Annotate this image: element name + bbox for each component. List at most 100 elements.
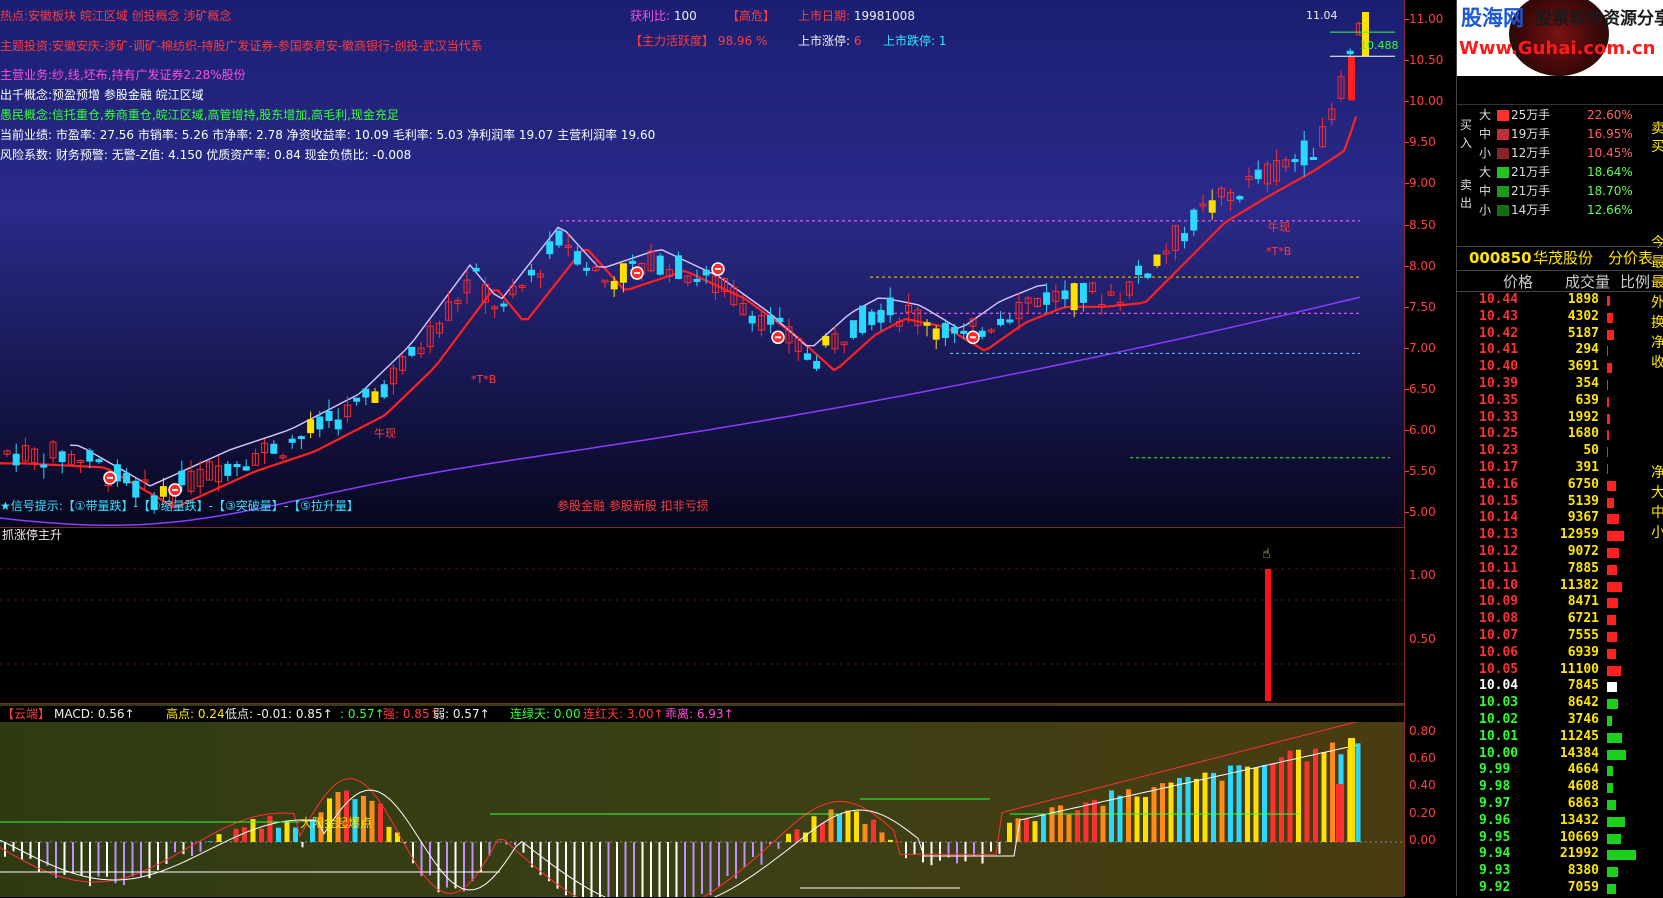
price-row[interactable]: 9.9613432 [1457, 813, 1663, 831]
price-row[interactable]: 10.023746 [1457, 712, 1663, 730]
price-row[interactable]: 10.331992 [1457, 410, 1663, 428]
row-price: 10.35 [1479, 393, 1518, 408]
macd-histogram-bar [47, 842, 49, 866]
price-row[interactable]: 10.434302 [1457, 309, 1663, 327]
price-row[interactable]: 10.047845 [1457, 678, 1663, 696]
macd-histogram-bar [472, 842, 474, 881]
candle-body [1182, 234, 1188, 241]
price-row[interactable]: 10.0111245 [1457, 729, 1663, 747]
row-volume: 9072 [1537, 544, 1599, 559]
limit-up-indicator-canvas[interactable]: ☝ [0, 528, 1404, 703]
macd-histogram-bar [115, 842, 117, 883]
candle-body [703, 270, 709, 275]
row-price: 10.11 [1479, 561, 1518, 576]
macd-histogram-bar [540, 842, 542, 875]
candle-body [372, 392, 378, 403]
row-ratio-bar [1607, 363, 1612, 373]
macd-histogram-bar [89, 842, 91, 886]
macd-canvas[interactable] [0, 704, 1404, 897]
price-row[interactable]: 10.17391 [1457, 460, 1663, 478]
price-row[interactable]: 9.984608 [1457, 779, 1663, 797]
price-row[interactable]: 10.251680 [1457, 426, 1663, 444]
price-row[interactable]: 10.0014384 [1457, 746, 1663, 764]
price-row[interactable]: 10.077555 [1457, 628, 1663, 646]
sub-indicator-title: 抓涨停主升 [2, 528, 62, 542]
price-row[interactable]: 10.403691 [1457, 359, 1663, 377]
price-row[interactable]: 10.1312959 [1457, 527, 1663, 545]
price-row[interactable]: 10.10 11382 [1457, 578, 1663, 596]
price-row[interactable]: 9.9421992 [1457, 846, 1663, 864]
row-price: 10.07 [1479, 628, 1518, 643]
order-percent: 10.45% [1587, 146, 1633, 160]
price-row[interactable]: 10.117885 [1457, 561, 1663, 579]
buy-side-label: 买入 [1460, 116, 1472, 152]
price-row[interactable]: 9.994664 [1457, 762, 1663, 780]
order-flow-row: 小12万手10.45% [1457, 146, 1663, 164]
signal-marker-icon [712, 263, 724, 275]
ma-mid-line [70, 227, 1046, 486]
price-row[interactable]: 10.155139 [1457, 494, 1663, 512]
annotation-bull-2: 牛现 [1268, 221, 1290, 235]
macd-histogram-bar [1126, 789, 1131, 842]
macd-tick: 0.40 [1409, 778, 1436, 792]
candle-body [998, 319, 1004, 324]
row-ratio-bar [1607, 481, 1616, 491]
price-row[interactable]: 10.066939 [1457, 645, 1663, 663]
macd-histogram-bar [557, 842, 559, 889]
price-row[interactable]: 10.0511100 [1457, 662, 1663, 680]
price-tick: 9.00 [1409, 176, 1436, 190]
macd-panel[interactable]: 【云端】MACD: 0.56↑高点: 0.24低点: -0.01: 0.85↑:… [0, 703, 1404, 897]
limit-down-count: 上市跌停: 1 [883, 34, 947, 48]
macd-histogram-bar [157, 842, 159, 870]
price-tick-mark [1405, 266, 1409, 267]
macd-histogram-bar [718, 842, 720, 887]
price-row[interactable]: 10.166750 [1457, 477, 1663, 495]
macd-histogram-bar [1024, 819, 1029, 842]
macd-histogram-bar [268, 816, 273, 842]
candle-body [179, 471, 185, 485]
price-row[interactable]: 10.39354 [1457, 376, 1663, 394]
signal-marker-icon [631, 267, 643, 279]
info-line: 风险系数: 财务预警: 无警-Z值: 4.150 优质资产率: 0.84 现金负… [0, 148, 411, 162]
price-row[interactable]: 9.9510669 [1457, 830, 1663, 848]
price-volume-table[interactable]: 10.44189810.43430210.42518710.4129410.40… [1457, 292, 1663, 896]
candle-body [1080, 284, 1086, 303]
price-row[interactable]: 10.149367 [1457, 510, 1663, 528]
price-row[interactable]: 10.35639 [1457, 393, 1663, 411]
price-row[interactable]: 10.425187 [1457, 326, 1663, 344]
row-volume: 11382 [1537, 578, 1599, 593]
candle-body [96, 460, 102, 462]
price-row[interactable]: 10.098471 [1457, 594, 1663, 612]
price-tick-mark [1405, 19, 1409, 20]
candle-body [777, 318, 783, 321]
macd-histogram-bar [982, 842, 984, 864]
macd-histogram-bar [1237, 765, 1242, 842]
ma-short-line [0, 117, 1356, 507]
price-row[interactable]: 9.927059 [1457, 880, 1663, 898]
price-row[interactable]: 10.038642 [1457, 695, 1663, 713]
price-row[interactable]: 10.2350 [1457, 443, 1663, 461]
ma-value-label: 10.488 [1360, 39, 1399, 53]
price-tick-mark [1405, 183, 1409, 184]
price-row[interactable]: 9.976863 [1457, 796, 1663, 814]
macd-header: 【云端】MACD: 0.56↑高点: 0.24低点: -0.01: 0.85↑:… [0, 706, 1404, 722]
price-row[interactable]: 10.086721 [1457, 611, 1663, 629]
price-row[interactable]: 9.938380 [1457, 863, 1663, 881]
order-color-swatch [1497, 129, 1509, 140]
row-ratio-bar [1607, 380, 1608, 390]
order-size: 中 [1479, 184, 1491, 198]
price-row[interactable]: 10.441898 [1457, 292, 1663, 310]
macd-histogram-bar [1177, 778, 1182, 842]
row-ratio-bar [1607, 716, 1612, 726]
signal-marker-icon [772, 331, 784, 343]
limit-up-indicator-panel[interactable]: ☝ 抓涨停主升 [0, 527, 1404, 703]
watermark-brand: 股海网 [1461, 6, 1524, 30]
macd-histogram-bar [455, 842, 457, 888]
row-ratio-bar [1607, 330, 1614, 340]
price-row[interactable]: 10.129072 [1457, 544, 1663, 562]
row-price: 10.10 [1479, 578, 1518, 593]
price-tick-mark [1405, 101, 1409, 102]
macd-histogram-bar [1084, 802, 1089, 842]
kline-chart[interactable]: 热点:安徽板块 皖江区域 创投概念 涉矿概念主题投资:安徽安庆-涉矿-调矿-棉纺… [0, 0, 1404, 527]
price-row[interactable]: 10.41294 [1457, 342, 1663, 360]
